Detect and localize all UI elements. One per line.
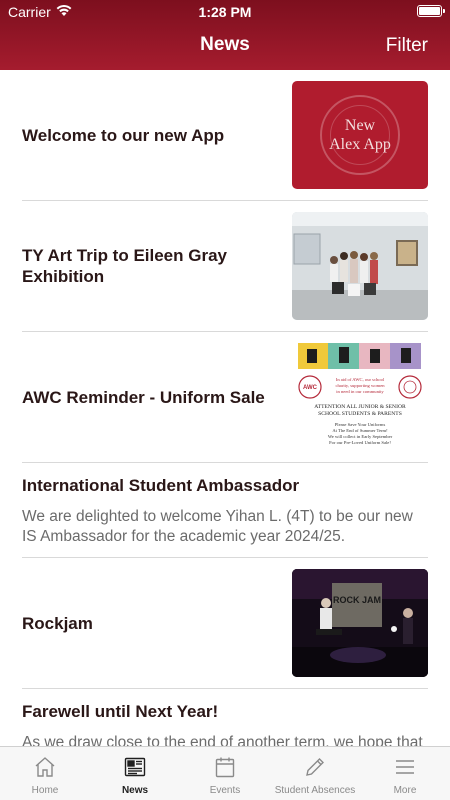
flyer-charity-line: in need in our community (336, 389, 384, 394)
tab-label: Home (31, 785, 59, 796)
filter-button[interactable]: Filter (386, 35, 428, 57)
news-thumbnail-rockjam-photo: ROCK JAM (292, 569, 428, 677)
flyer-line: At The End of Summer Term! (332, 428, 388, 433)
news-thumbnail-art-trip-photo (292, 212, 428, 320)
news-item[interactable]: AWC Reminder - Uniform Sale AWC In aid o… (22, 332, 428, 463)
uniform-flyer-image: AWC In aid of AWC, our school charity, s… (292, 343, 428, 451)
tab-more[interactable]: More (360, 747, 450, 800)
tab-label: More (393, 785, 417, 796)
flyer-line: Please Save Your Uniforms (335, 422, 386, 427)
news-item-title: Welcome to our new App (22, 125, 225, 145)
tab-label: Student Absences (274, 785, 356, 796)
newspaper-icon (124, 757, 146, 777)
tab-label: News (121, 785, 149, 796)
pencil-icon (306, 758, 324, 776)
flyer-line: For our Pre-Loved Uniform Sale! (329, 440, 391, 445)
status-time: 1:28 PM (198, 4, 252, 20)
news-item-title: TY Art Trip to Eileen Gray Exhibition (22, 246, 227, 286)
news-thumbnail-uniform-flyer: AWC In aid of AWC, our school charity, s… (292, 343, 428, 451)
news-item-title: Rockjam (22, 613, 93, 633)
tab-home[interactable]: Home (0, 747, 90, 800)
tab-bar: Home News Events Student Absences More (0, 746, 450, 800)
flyer-badge: AWC (303, 385, 318, 391)
calendar-icon (215, 757, 235, 778)
battery-icon (417, 5, 445, 17)
app-header: Carrier 1:28 PM News Filter (0, 0, 450, 70)
tab-news[interactable]: News (90, 747, 180, 800)
status-bar: Carrier 1:28 PM (0, 0, 450, 24)
concert-photo-image: ROCK JAM (292, 569, 428, 677)
menu-icon (396, 760, 414, 774)
news-item-summary: We are delighted to welcome Yihan L. (4T… (22, 508, 413, 545)
news-item[interactable]: Rockjam ROCK JAM (22, 558, 428, 689)
news-item[interactable]: Welcome to our new App New Alex App (22, 70, 428, 201)
news-item-summary: As we draw close to the end of another t… (22, 734, 423, 746)
flyer-line: We will collect in Early September (328, 434, 393, 439)
news-thumbnail-app: New Alex App (292, 81, 428, 189)
flyer-attention: ATTENTION ALL JUNIOR & SENIOR (314, 404, 406, 410)
tab-student-absences[interactable]: Student Absences (270, 747, 360, 800)
rockjam-banner-text: ROCK JAM (333, 595, 381, 605)
news-item[interactable]: International Student Ambassador We are … (22, 463, 428, 558)
news-item-title: AWC Reminder - Uniform Sale (22, 387, 265, 407)
flyer-attention: SCHOOL STUDENTS & PARENTS (318, 411, 402, 417)
tab-events[interactable]: Events (180, 747, 270, 800)
group-photo-image (292, 212, 428, 320)
tab-label: Events (209, 785, 241, 796)
news-item-title: Farewell until Next Year! (22, 702, 219, 721)
home-icon (35, 757, 55, 777)
page-title: News (200, 34, 250, 55)
news-item[interactable]: Farewell until Next Year! As we draw clo… (22, 689, 428, 746)
news-list[interactable]: Welcome to our new App New Alex App TY A… (0, 70, 450, 746)
news-item-title: International Student Ambassador (22, 476, 300, 495)
news-item[interactable]: TY Art Trip to Eileen Gray Exhibition (22, 201, 428, 332)
thumbnail-text: New Alex App (329, 117, 391, 153)
